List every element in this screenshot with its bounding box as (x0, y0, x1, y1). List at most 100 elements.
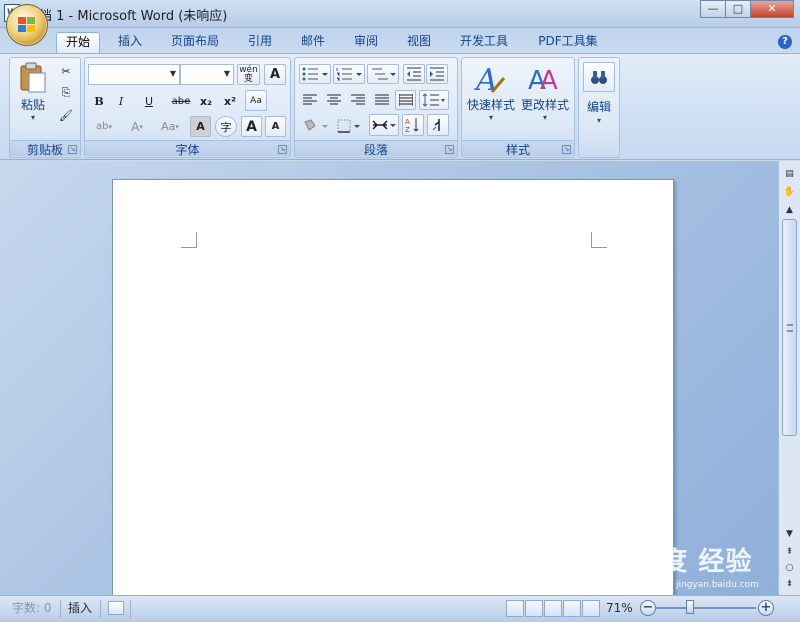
line-spacing-button[interactable] (419, 90, 449, 110)
sort-button[interactable]: AZ (402, 114, 424, 136)
bold-button[interactable]: B (89, 91, 109, 111)
font-size-combo[interactable]: ▼ (180, 64, 234, 85)
tab-view[interactable]: 视图 (402, 32, 436, 53)
align-right-button[interactable] (347, 90, 369, 110)
highlight-button[interactable]: ab ▾ (89, 116, 119, 137)
enclose-chars-icon: 字 (220, 120, 232, 134)
scroll-thumb[interactable] (782, 219, 797, 436)
change-case-button[interactable]: Aa ▾ (155, 116, 185, 137)
enclose-chars-button[interactable]: 字 (215, 116, 237, 137)
strikethrough-button[interactable]: abe (169, 91, 193, 111)
draft-view-icon[interactable] (582, 600, 600, 617)
tab-home[interactable]: 开始 (56, 32, 100, 53)
chinese-layout-button[interactable] (369, 114, 399, 136)
zoom-slider-track[interactable] (656, 607, 756, 609)
cut-button[interactable]: ✂ (56, 62, 76, 80)
italic-button[interactable]: I (111, 91, 131, 111)
chevron-down-icon: ▾ (488, 113, 493, 122)
macro-record-icon[interactable] (108, 601, 124, 615)
zoom-in-button[interactable]: + (758, 600, 774, 616)
sort-az-icon: AZ (405, 118, 419, 133)
document-page[interactable] (112, 179, 674, 599)
format-painter-button[interactable]: 🖌 (56, 106, 76, 124)
show-hide-marks-button[interactable] (427, 114, 449, 136)
font-group: ▼ ▼ wén 变 A B I U abe x₂ x² Aa ab ▾ A ▾ Aa… (84, 57, 291, 158)
multilevel-list-icon (372, 68, 396, 80)
paragraph-launcher-icon[interactable]: ↘ (445, 145, 454, 154)
grow-font-button[interactable]: A (241, 116, 262, 137)
baidu-watermark-url: jingyan.baidu.com (676, 580, 760, 590)
clear-formatting-button[interactable]: Aa (245, 90, 267, 111)
scroll-grip (787, 324, 793, 332)
brush-icon: 🖌 (59, 108, 73, 122)
font-color-button[interactable]: A ▾ (123, 116, 151, 137)
tab-mailings[interactable]: 邮件 (296, 32, 330, 53)
quick-styles-button[interactable]: A 快速样式 ▾ (465, 61, 517, 135)
status-separator (60, 600, 61, 618)
zoom-slider-thumb[interactable] (686, 600, 694, 614)
outline-view-icon[interactable] (563, 600, 581, 617)
distributed-align-icon (398, 94, 413, 106)
distributed-button[interactable] (395, 90, 416, 110)
office-button[interactable] (6, 4, 48, 46)
close-button[interactable]: ✕ (750, 0, 794, 18)
tab-insert[interactable]: 插入 (112, 32, 148, 53)
font-name-combo[interactable]: ▼ (88, 64, 180, 85)
shading-button[interactable] (299, 115, 333, 136)
clipboard-launcher-icon[interactable]: ↘ (68, 145, 77, 154)
underline-button[interactable]: U (134, 91, 164, 111)
subscript-button[interactable]: x₂ (195, 91, 217, 111)
zoom-level[interactable]: 71% (606, 599, 633, 619)
print-layout-view-icon[interactable] (506, 600, 524, 617)
char-shading-button[interactable]: A (190, 116, 211, 137)
increase-indent-button[interactable] (426, 64, 448, 84)
hand-icon[interactable]: ✋ (782, 185, 797, 199)
numbering-button[interactable] (333, 64, 365, 84)
chevron-down-icon: ▾ (175, 122, 179, 131)
copy-button[interactable]: ⎘ (56, 84, 76, 102)
multilevel-list-button[interactable] (367, 64, 399, 84)
align-center-button[interactable] (323, 90, 345, 110)
vertical-scrollbar[interactable]: ▤ ✋ ▲ ▼ ⇞ ○ ⇟ (778, 161, 800, 595)
tab-page-layout[interactable]: 页面布局 (166, 32, 224, 53)
decrease-indent-button[interactable] (403, 64, 425, 84)
tab-developer[interactable]: 开发工具 (454, 32, 514, 53)
scroll-down-button[interactable]: ▼ (782, 527, 797, 541)
font-color-icon: A (131, 119, 140, 134)
justify-button[interactable] (371, 90, 393, 110)
bullets-button[interactable] (299, 64, 331, 84)
minimize-button[interactable]: — (700, 0, 726, 18)
top-left-margin-mark (181, 232, 197, 248)
ruler-toggle-icon[interactable]: ▤ (782, 167, 797, 181)
insert-mode[interactable]: 插入 (68, 599, 92, 619)
phonetic-guide-icon: wén 变 (239, 64, 258, 84)
full-screen-reading-view-icon[interactable] (525, 600, 543, 617)
char-border-button[interactable]: A (264, 64, 286, 85)
word-count[interactable]: 字数: 0 (12, 599, 52, 619)
editing-label[interactable]: 编辑 (579, 98, 619, 115)
scroll-up-button[interactable]: ▲ (782, 203, 797, 217)
select-browse-object-button[interactable]: ○ (782, 561, 797, 575)
zoom-out-button[interactable]: − (640, 600, 656, 616)
font-launcher-icon[interactable]: ↘ (278, 145, 287, 154)
paste-button[interactable]: 粘贴 ▾ (13, 61, 53, 135)
next-page-button[interactable]: ⇟ (782, 577, 797, 591)
change-styles-button[interactable]: AA 更改样式 ▾ (519, 61, 571, 135)
shrink-font-button[interactable]: A (265, 116, 286, 137)
chevron-down-icon: ▾ (596, 116, 601, 125)
superscript-button[interactable]: x² (219, 91, 241, 111)
previous-page-button[interactable]: ⇞ (782, 545, 797, 559)
tab-pdf-tools[interactable]: PDF工具集 (533, 32, 603, 53)
align-left-button[interactable] (299, 90, 321, 110)
phonetic-guide-button[interactable]: wén 变 (237, 64, 260, 85)
web-layout-view-icon[interactable] (544, 600, 562, 617)
maximize-button[interactable]: □ (725, 0, 751, 18)
chevron-down-icon: ▾ (139, 122, 143, 131)
find-binoculars-button[interactable] (583, 62, 615, 92)
help-icon[interactable]: ? (778, 35, 792, 49)
tab-references[interactable]: 引用 (243, 32, 277, 53)
styles-launcher-icon[interactable]: ↘ (562, 145, 571, 154)
tab-review[interactable]: 审阅 (349, 32, 383, 53)
baidu-watermark: Bai度 经验 (612, 547, 753, 577)
borders-button[interactable] (335, 115, 365, 136)
